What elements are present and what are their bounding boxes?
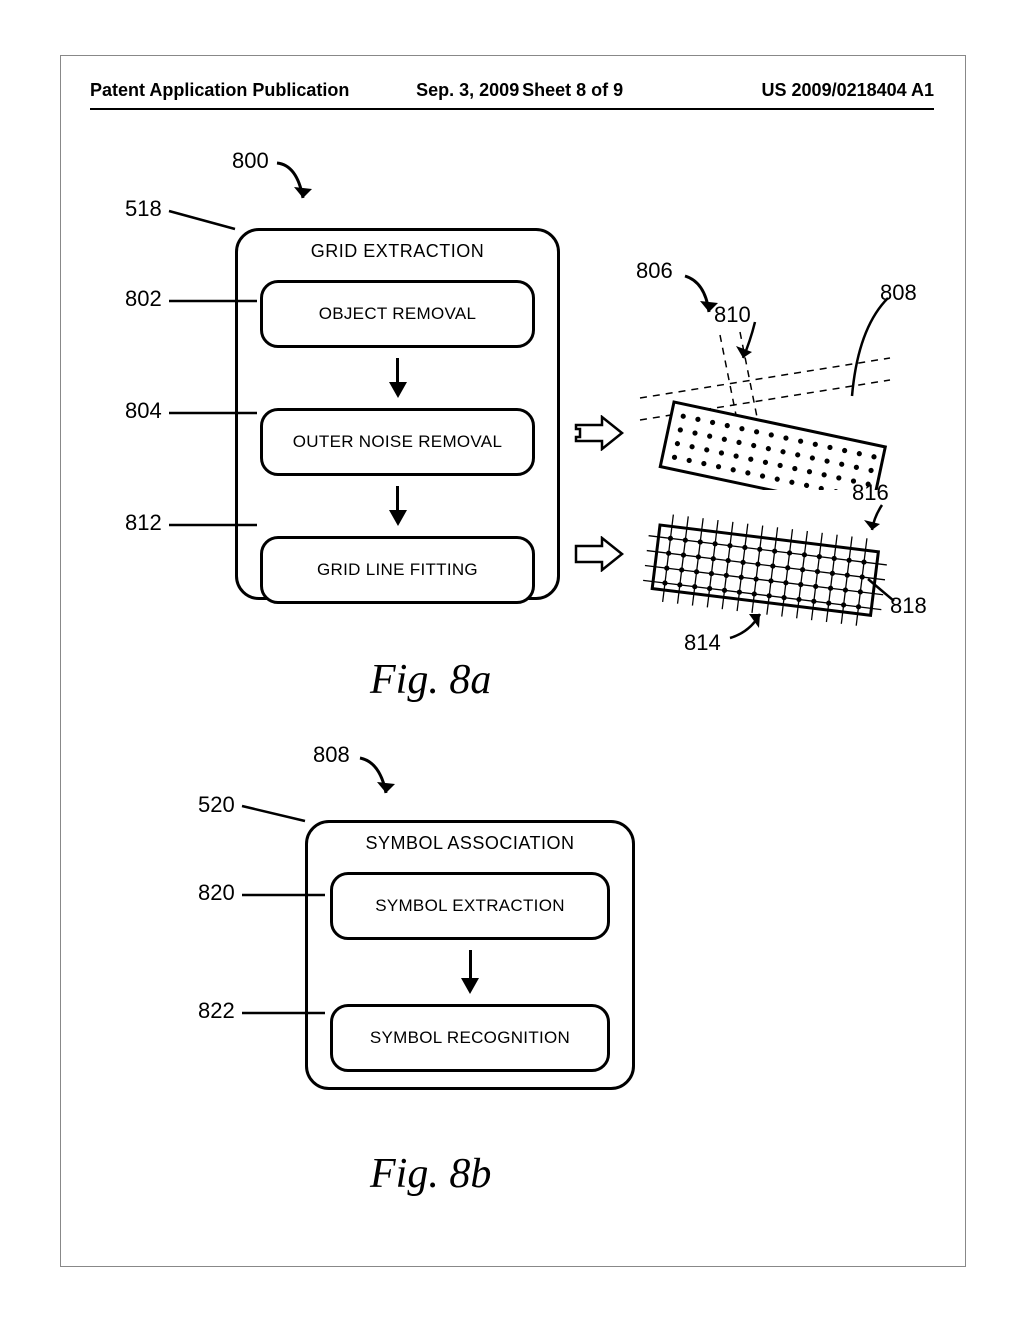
leader-520 [240,801,315,826]
object-removal-step: OBJECT REMOVAL [260,280,535,348]
header-rule [90,108,934,110]
ref-800: 800 [232,148,269,174]
grid-extraction-panel: GRID EXTRACTION OBJECT REMOVAL OUTER NOI… [235,228,560,600]
leader-820 [240,889,330,901]
ref-822: 822 [198,998,235,1024]
header-docnum: US 2009/0218404 A1 [762,80,934,101]
outer-noise-removal-step: OUTER NOISE REMOVAL [260,408,535,476]
leader-808 [838,290,898,405]
leader-812 [167,519,262,531]
ref-518: 518 [125,196,162,222]
arrow-head-icon [461,978,479,994]
grid-line-fitting-step: GRID LINE FITTING [260,536,535,604]
leader-816-arrow [862,500,902,540]
symbol-extraction-step: SYMBOL EXTRACTION [330,872,610,940]
figure-8a-label: Fig. 8a [370,656,491,704]
leader-518 [167,205,247,235]
header-sheet: Sheet 8 of 9 [522,80,623,101]
leader-808b-arrow [355,750,405,805]
arrow-shaft [396,358,399,382]
leader-814-arrow [725,602,775,642]
leader-818 [864,575,904,605]
ref-808b: 808 [313,742,350,768]
ref-804: 804 [125,398,162,424]
arrow-head-icon [389,382,407,398]
header-publication: Patent Application Publication [90,80,349,101]
ref-802: 802 [125,286,162,312]
leader-810-arrow [730,314,790,369]
leader-822 [240,1007,330,1019]
ref-820: 820 [198,880,235,906]
leader-804 [167,407,262,419]
arrow-shaft [469,950,472,978]
symbol-association-panel: SYMBOL ASSOCIATION SYMBOL EXTRACTION SYM… [305,820,635,1090]
symbol-association-title: SYMBOL ASSOCIATION [308,823,632,862]
figure-8b-label: Fig. 8b [370,1150,491,1198]
leader-802 [167,295,262,307]
outline-arrow-icon [572,536,627,572]
ref-812: 812 [125,510,162,536]
header-date: Sep. 3, 2009 [416,80,519,101]
ref-520: 520 [198,792,235,818]
leader-800-arrow [272,155,322,210]
outline-arrow-icon [572,415,627,451]
ref-806: 806 [636,258,673,284]
arrow-head-icon [389,510,407,526]
grid-extraction-title: GRID EXTRACTION [238,231,557,270]
arrow-shaft [396,486,399,510]
symbol-recognition-step: SYMBOL RECOGNITION [330,1004,610,1072]
ref-814: 814 [684,630,721,656]
